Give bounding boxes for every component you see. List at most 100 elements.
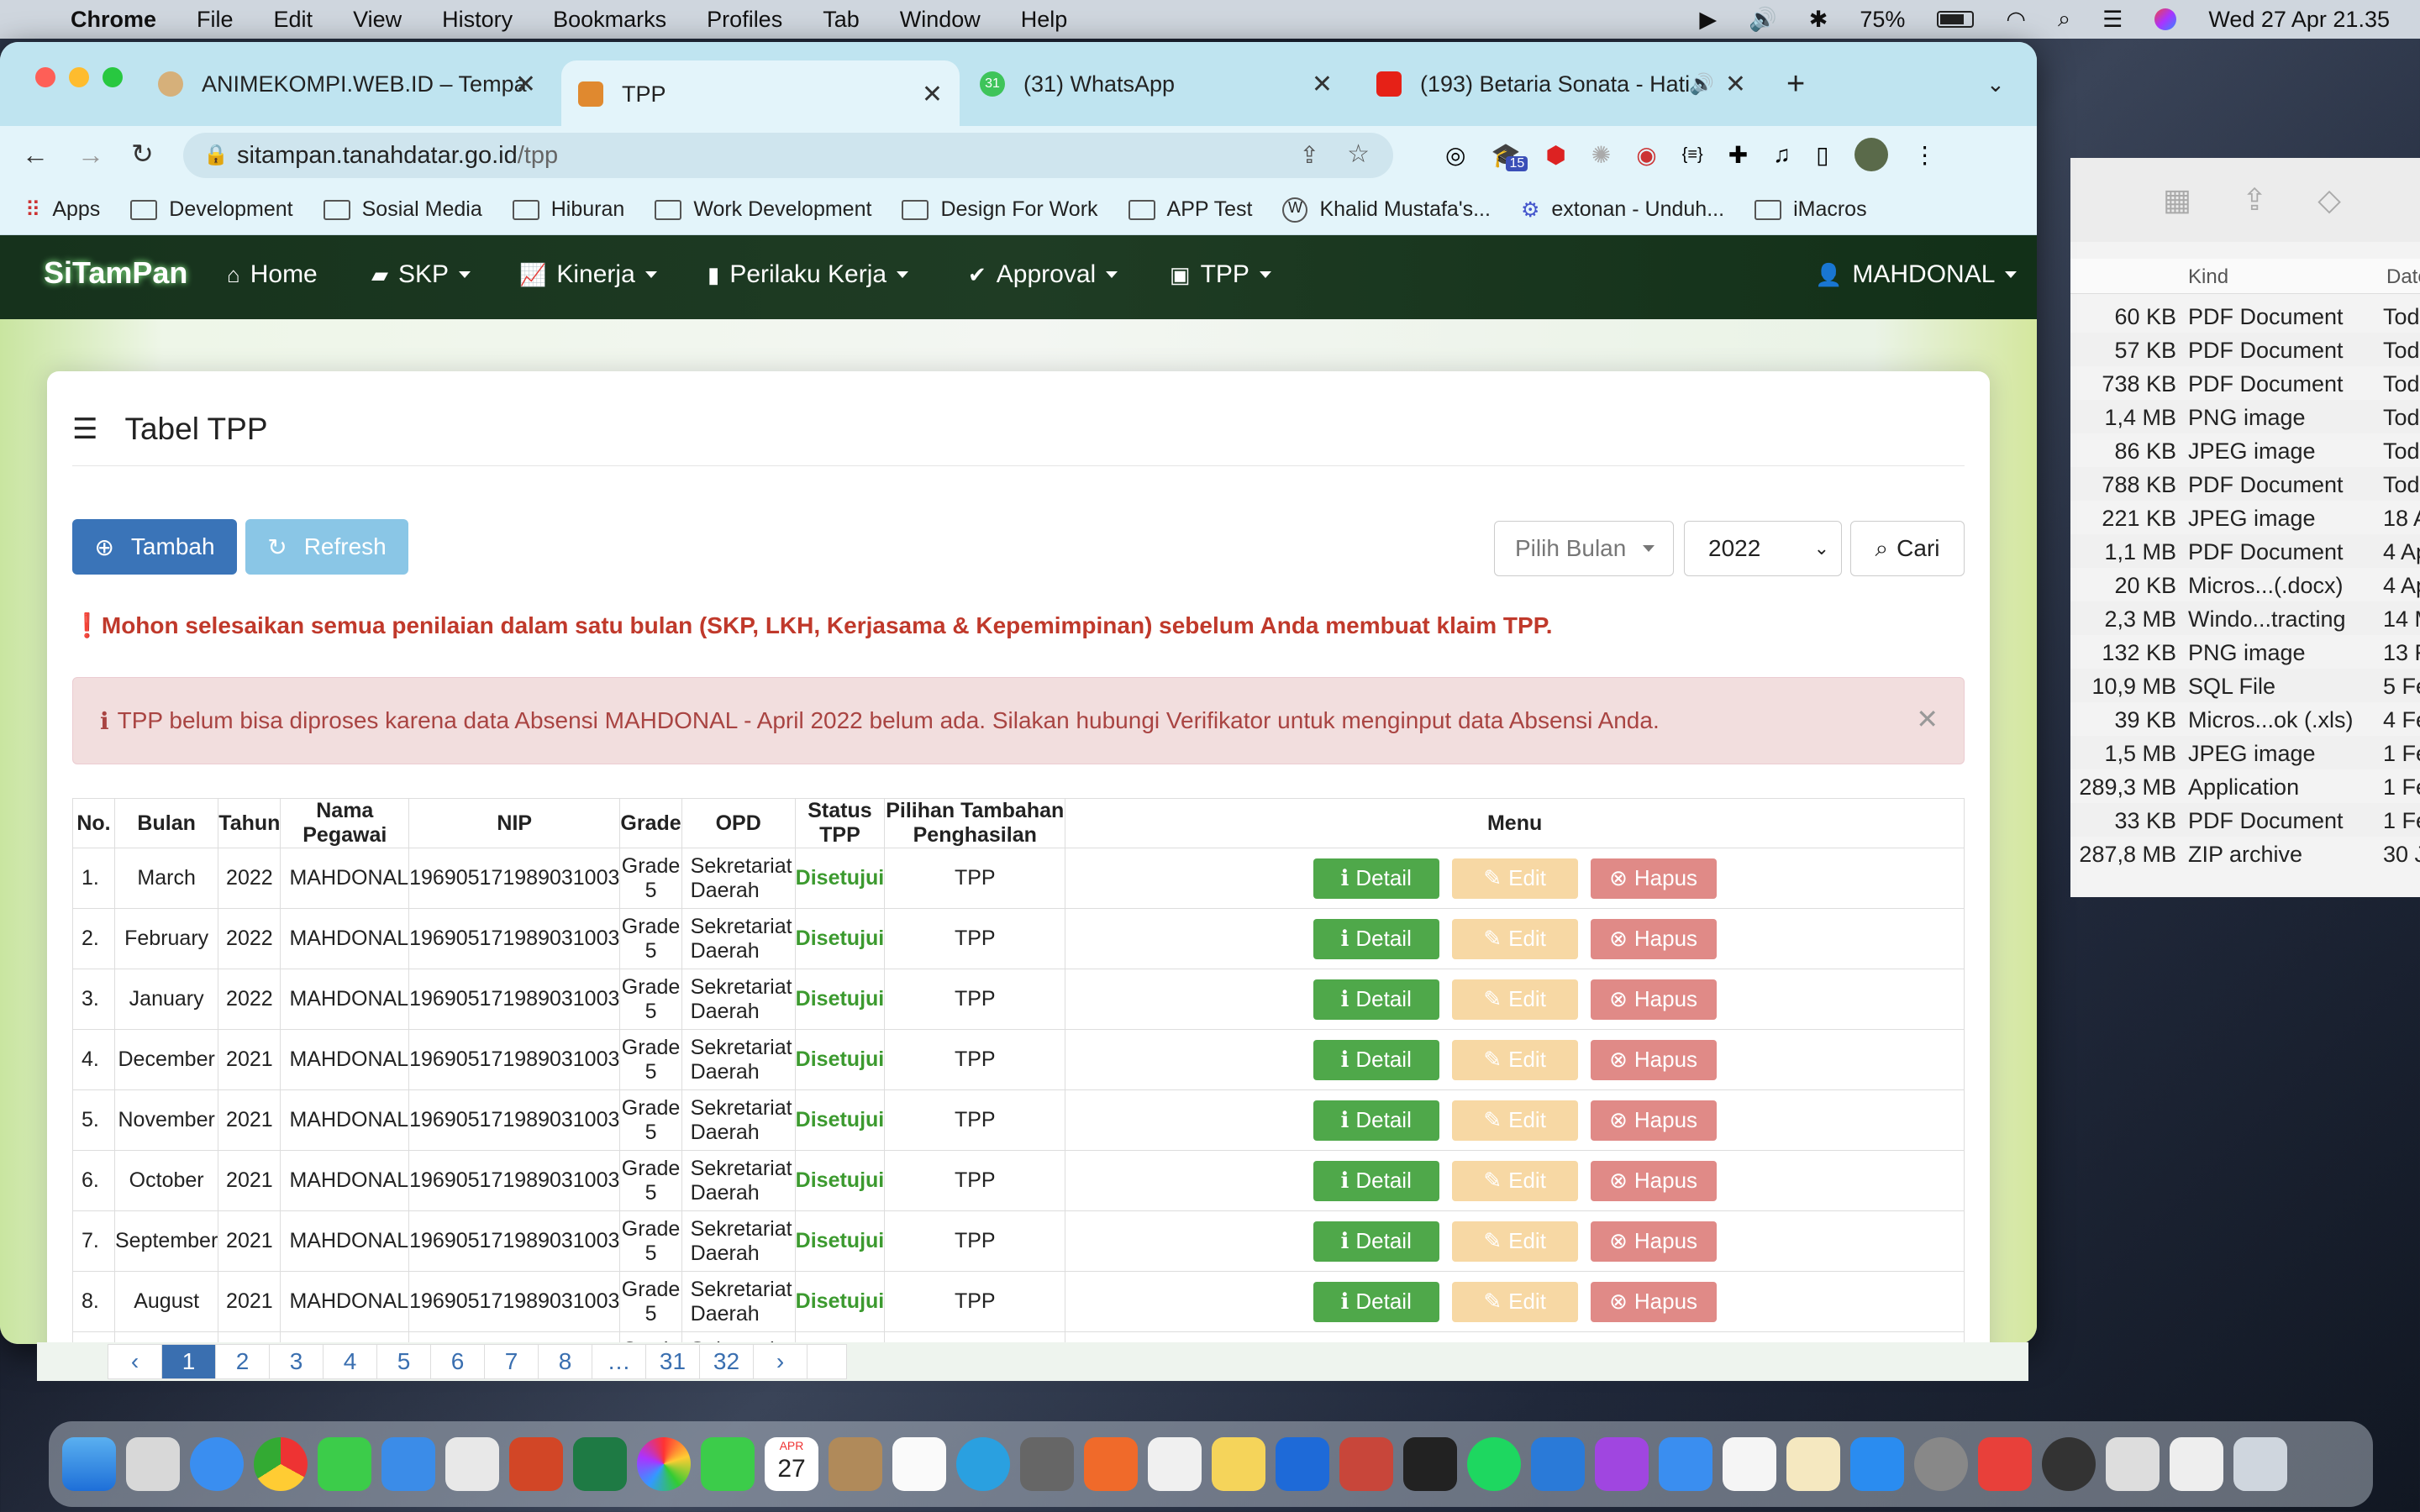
pages-dock-icon[interactable] (1786, 1437, 1840, 1491)
reminders-dock-icon[interactable] (892, 1437, 946, 1491)
bookmark-development[interactable]: Development (130, 197, 293, 222)
spotify-dock-icon[interactable] (1467, 1437, 1521, 1491)
terminal-dock-icon[interactable] (1403, 1437, 1457, 1491)
maps-dock-icon[interactable] (445, 1437, 499, 1491)
detail-button[interactable]: ℹDetail (1313, 1281, 1439, 1322)
page-link[interactable]: 32 (700, 1345, 754, 1378)
delete-button[interactable]: ⊗Hapus (1590, 979, 1717, 1020)
detail-button[interactable]: ℹDetail (1313, 918, 1439, 959)
nav-kinerja[interactable]: 📈 Kinerja (519, 260, 657, 289)
page-link[interactable]: 31 (646, 1345, 700, 1378)
finder-file-row[interactable]: 39 KB Micros...ok (.xls) 4 Fe (2070, 702, 2420, 736)
bookmark-sosial-media[interactable]: Sosial Media (323, 197, 482, 222)
finder-file-row[interactable]: 289,3 MB Application 1 Fe (2070, 769, 2420, 803)
add-button[interactable]: ⊕ Tambah (72, 519, 237, 575)
finder-file-row[interactable]: 1,5 MB JPEG image 1 Fe (2070, 736, 2420, 769)
avatar[interactable] (1854, 138, 1888, 171)
notes-dock-icon[interactable] (1212, 1437, 1265, 1491)
nav-skp[interactable]: ▰ SKP (371, 260, 471, 289)
tab-whatsapp[interactable]: 31 (31) WhatsApp ✕ (980, 54, 1349, 114)
close-window-button[interactable] (35, 67, 55, 87)
finder-file-row[interactable]: 738 KB PDF Document Tod (2070, 366, 2420, 400)
menubar-clock[interactable]: Wed 27 Apr 21.35 (2208, 7, 2390, 33)
photos-dock-icon[interactable] (637, 1437, 691, 1491)
page-link[interactable]: 7 (485, 1345, 539, 1378)
prev-page-button[interactable]: ‹ (108, 1345, 162, 1378)
share-icon[interactable]: ⇪ (2242, 182, 2267, 218)
month-select[interactable]: Pilih Bulan (1494, 521, 1674, 576)
edit-button[interactable]: ✎Edit (1451, 1281, 1578, 1322)
finder-file-row[interactable]: 57 KB PDF Document Tod (2070, 333, 2420, 366)
url-input[interactable]: 🔒 sitampan.tanahdatar.go.id/tpp ⇪ ☆ (183, 133, 1393, 178)
close-tab-icon[interactable]: ✕ (1725, 70, 1746, 99)
finder-file-row[interactable]: 20 KB Micros...(.docx) 4 Ap (2070, 568, 2420, 601)
detail-button[interactable]: ℹDetail (1313, 1039, 1439, 1080)
extension-icon[interactable]: 🎓 15 (1491, 141, 1528, 171)
database-dock-icon[interactable] (1339, 1437, 1393, 1491)
bookmark-extonan[interactable]: ⚙ extonan - Unduh... (1521, 197, 1724, 223)
nav-approval[interactable]: ✔ Approval (968, 260, 1118, 289)
volume-icon[interactable]: 🔊 (1749, 6, 1777, 33)
finder-file-row[interactable]: 33 KB PDF Document 1 Fe (2070, 803, 2420, 837)
close-tab-icon[interactable]: ✕ (922, 80, 943, 109)
trash-dock-icon[interactable] (2233, 1437, 2287, 1491)
facetime-dock-icon[interactable] (701, 1437, 755, 1491)
nav-user-menu[interactable]: 👤 MAHDONAL (1815, 260, 2018, 289)
page-link[interactable]: 8 (539, 1345, 592, 1378)
close-icon[interactable]: ✕ (1916, 703, 1939, 735)
edit-button[interactable]: ✎Edit (1451, 1100, 1578, 1141)
finder-file-row[interactable]: 1,1 MB PDF Document 4 Ap (2070, 534, 2420, 568)
close-tab-icon[interactable]: ✕ (1312, 70, 1333, 99)
menu-bookmarks[interactable]: Bookmarks (553, 7, 666, 33)
control-center-icon[interactable]: ☰ (2102, 7, 2123, 33)
contacts-dock-icon[interactable] (829, 1437, 882, 1491)
extension-icon[interactable]: ◎ (1445, 141, 1465, 169)
brand-logo[interactable]: SiTamPan (44, 255, 187, 291)
close-tab-icon[interactable]: ✕ (515, 70, 536, 99)
anydesk-dock-icon[interactable] (1978, 1437, 2032, 1491)
page-link[interactable]: 6 (431, 1345, 485, 1378)
menu-view[interactable]: View (353, 7, 402, 33)
column-kind[interactable]: Kind (2188, 265, 2228, 289)
back-icon[interactable]: ← (22, 139, 49, 171)
zoom-window-button[interactable] (103, 67, 123, 87)
messages-dock-icon[interactable] (318, 1437, 371, 1491)
extension-icon[interactable]: ✺ (1591, 141, 1611, 169)
finder-file-row[interactable]: 86 KB JPEG image Tod (2070, 433, 2420, 467)
page-link[interactable]: 4 (324, 1345, 377, 1378)
play-icon[interactable]: ▶ (1699, 7, 1717, 33)
bluetooth-icon[interactable]: ✱ (1809, 7, 1828, 33)
battery-icon[interactable] (1937, 11, 1975, 28)
menu-profiles[interactable]: Profiles (707, 7, 782, 33)
delete-button[interactable]: ⊗Hapus (1590, 1100, 1717, 1141)
nav-perilaku-kerja[interactable]: ▮ Perilaku Kerja (708, 260, 909, 289)
delete-button[interactable]: ⊗Hapus (1590, 1039, 1717, 1080)
tableplus-dock-icon[interactable] (1020, 1437, 1074, 1491)
wifi-icon[interactable]: ◠ (2006, 7, 2026, 33)
siri-icon[interactable] (2154, 8, 2177, 30)
menu-edit[interactable]: Edit (274, 7, 313, 33)
delete-button[interactable]: ⊗Hapus (1590, 1160, 1717, 1201)
search-icon[interactable]: ⌕ (2058, 6, 2070, 33)
extension-icon[interactable]: ◉ (1636, 141, 1656, 169)
menu-history[interactable]: History (442, 7, 513, 33)
nav-home[interactable]: ⌂ Home (227, 260, 318, 289)
telegram-dock-icon[interactable] (956, 1437, 1010, 1491)
menu-tab[interactable]: Tab (823, 7, 860, 33)
menu-app-name[interactable]: Chrome (71, 7, 156, 33)
finder-file-row[interactable]: 132 KB PNG image 13 F (2070, 635, 2420, 669)
new-tab-button[interactable]: + (1786, 54, 1805, 114)
finder-file-row[interactable]: 287,8 MB ZIP archive 30 J (2070, 837, 2420, 870)
keynote-dock-icon[interactable] (1659, 1437, 1712, 1491)
more-menu-icon[interactable]: ⋮ (1913, 141, 1937, 169)
page-link[interactable]: 5 (377, 1345, 431, 1378)
forward-icon[interactable]: → (77, 139, 104, 171)
finder-file-row[interactable]: 10,9 MB SQL File 5 Fe (2070, 669, 2420, 702)
bookmark-khalid[interactable]: W Khalid Mustafa's... (1282, 197, 1491, 223)
year-select[interactable]: 2022 ⌄ (1684, 521, 1842, 576)
delete-button[interactable]: ⊗Hapus (1590, 918, 1717, 959)
vscode-dock-icon[interactable] (1531, 1437, 1585, 1491)
appstore-dock-icon[interactable] (1850, 1437, 1904, 1491)
edit-button[interactable]: ✎Edit (1451, 1221, 1578, 1262)
calendar-dock-icon[interactable]: APR 27 (765, 1437, 818, 1491)
